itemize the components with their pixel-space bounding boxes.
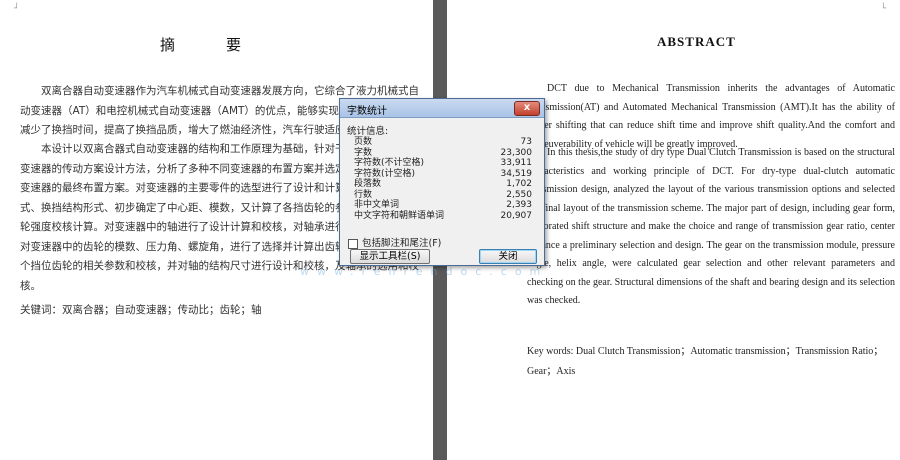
stat-value: 73 [520,137,532,147]
stat-value: 1,702 [506,179,532,189]
stat-value: 33,911 [500,158,533,168]
include-footnotes-option[interactable]: 包括脚注和尾注(F) [348,235,441,249]
stat-label: 行数 [354,189,373,200]
show-toolbar-button[interactable]: 显示工具栏(S) [350,249,430,264]
statistics-list: 页数 73 字数 23,300 字符数(不计空格) 33,911 字符数(计空格) 34,51… [350,137,536,221]
stat-value: 23,300 [500,147,533,158]
chinese-abstract-title: 摘 要 [160,36,260,54]
stat-row: 行数 2,550 [350,190,536,201]
stat-row: 页数 73 [350,137,536,148]
include-footnotes-checkbox[interactable] [348,238,358,249]
english-abstract-paragraph-2: In this thesis,the study of dry type Dua… [527,147,895,306]
close-button[interactable]: 关闭 [479,249,537,264]
stat-value: 34,519 [500,168,533,179]
english-abstract-paragraph-1: DCT due to Mechanical Transmission inher… [527,83,895,150]
statistics-label: 统计信息: [347,126,389,137]
english-abstract-title: ABSTRACT [657,34,736,49]
stat-value: 2,550 [506,189,532,200]
margin-corner-mark: ┘ [14,4,20,14]
stat-label: 页数 [354,137,373,147]
stat-row: 段落数 1,702 [350,179,536,190]
dialog-title: 字数统计 [347,106,387,117]
stat-row: 字符数(计空格) 34,519 [350,169,536,180]
stat-row: 字符数(不计空格) 33,911 [350,158,536,169]
stat-label: 字数 [354,147,373,158]
stat-row: 中文字符和朝鲜语单词 20,907 [350,211,536,222]
stat-label: 段落数 [354,179,382,189]
stat-label: 字符数(计空格) [354,168,416,179]
chinese-keywords: 关键词：双离合器；自动变速器；传动比；齿轮；轴 [20,304,262,316]
close-icon[interactable]: x [514,101,540,116]
stat-value: 2,393 [506,200,532,210]
word-count-dialog[interactable]: 字数统计 x 统计信息: 页数 73 字数 23,300 字符数(不计空格) 33,911… [339,98,545,266]
include-footnotes-label: 包括脚注和尾注(F) [362,238,442,249]
dialog-titlebar[interactable]: 字数统计 x [340,99,544,118]
english-keywords: Key words: Dual Clutch Transmission；Auto… [527,346,884,377]
stat-label: 字符数(不计空格) [354,158,425,168]
stat-label: 中文字符和朝鲜语单词 [354,210,445,221]
stat-row: 非中文单词 2,393 [350,200,536,211]
stat-row: 字数 23,300 [350,148,536,159]
margin-corner-mark: └ [880,4,886,14]
watermark-url: www.renrendoc.com [300,265,549,278]
stat-label: 非中文单词 [354,200,400,210]
stat-value: 20,907 [500,210,533,221]
